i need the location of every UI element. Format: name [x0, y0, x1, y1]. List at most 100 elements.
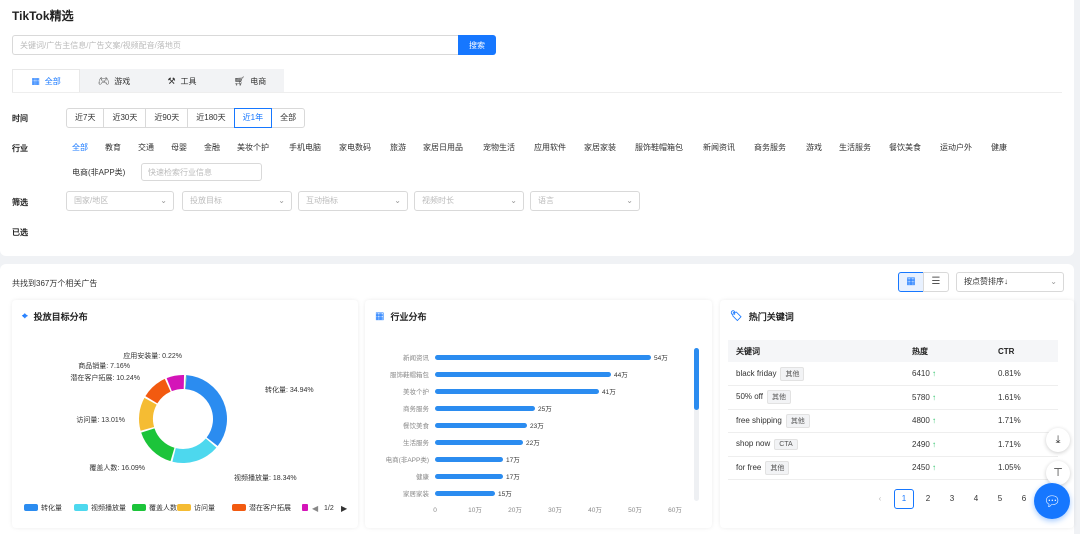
time-option[interactable]: 近1年 — [233, 108, 273, 128]
time-option[interactable]: 近30天 — [103, 108, 147, 128]
arrow-up-icon: ↑ — [932, 392, 937, 402]
page-button[interactable]: 1 — [894, 489, 914, 509]
industry-item[interactable]: 母婴 — [171, 142, 187, 153]
time-option[interactable]: 近180天 — [187, 108, 235, 128]
industry-item[interactable]: 商务服务 — [754, 142, 786, 153]
industry-item[interactable]: 全部 — [72, 142, 88, 153]
chat-button[interactable]: 💬︎ — [1034, 483, 1070, 519]
legend-item[interactable]: 视频播放量 — [91, 503, 126, 512]
bar[interactable] — [435, 389, 599, 394]
industry-item[interactable]: 餐饮美食 — [889, 142, 921, 153]
industry-item[interactable]: 健康 — [991, 142, 1007, 153]
legend-prev-icon[interactable]: ◀ — [312, 504, 319, 513]
heat-value: 5780 — [912, 392, 930, 402]
legend-swatch[interactable] — [232, 504, 246, 511]
search-input[interactable] — [12, 35, 458, 55]
time-option[interactable]: 近90天 — [145, 108, 189, 128]
bar[interactable] — [435, 474, 503, 479]
legend-next-icon[interactable]: ▶ — [341, 504, 348, 513]
ctr-value: 0.81% — [990, 362, 1058, 386]
table-row[interactable]: for free 其他 2450 ↑ 1.05% — [728, 456, 1058, 480]
legend-swatch[interactable] — [177, 504, 191, 511]
sort-select[interactable]: 按点赞排序↓ ⌄ — [956, 272, 1064, 292]
language-select[interactable]: 语言 ⌄ — [530, 191, 640, 211]
duration-select[interactable]: 视频时长 ⌄ — [414, 191, 524, 211]
interaction-select[interactable]: 互动指标 ⌄ — [298, 191, 408, 211]
legend-swatch[interactable] — [24, 504, 38, 511]
bar[interactable] — [435, 423, 527, 428]
bar[interactable] — [435, 372, 611, 377]
tag-icon: 🏷︎ — [730, 311, 743, 322]
bar-value-label: 23万 — [530, 422, 544, 430]
donut-slice[interactable] — [139, 397, 157, 431]
industry-item[interactable]: 家居日用品 — [423, 142, 463, 153]
page-button[interactable]: 3 — [942, 489, 962, 509]
industry-item[interactable]: 交通 — [138, 142, 154, 153]
legend-item[interactable]: 访问量 — [194, 503, 215, 512]
industry-item[interactable]: 旅游 — [390, 142, 406, 153]
tab-all[interactable]: ▦ 全部 — [12, 69, 80, 93]
grid-view-button[interactable]: ▦ — [898, 272, 924, 292]
industry-item[interactable]: 家电数码 — [339, 142, 371, 153]
legend-item[interactable]: 转化量 — [41, 503, 62, 512]
bar[interactable] — [435, 491, 495, 496]
industry-item[interactable]: 手机电脑 — [289, 142, 321, 153]
industry-item[interactable]: 教育 — [105, 142, 121, 153]
donut-slice[interactable] — [141, 428, 175, 462]
time-option[interactable]: 全部 — [271, 108, 306, 128]
slice-label: 覆盖人数: 16.09% — [89, 463, 145, 472]
chevron-down-icon: ⌄ — [1050, 277, 1057, 286]
x-tick-label: 60万 — [668, 506, 682, 514]
industry-item[interactable]: 服饰鞋帽箱包 — [635, 142, 683, 153]
heat-value: 2490 — [912, 439, 930, 449]
page-button[interactable]: 4 — [966, 489, 986, 509]
search-button[interactable]: 搜索 — [458, 35, 496, 55]
donut-slice[interactable] — [185, 375, 227, 447]
tab-ecommerce[interactable]: 🛒︎ 电商 — [216, 69, 284, 93]
objective-select[interactable]: 投放目标 ⌄ — [182, 191, 292, 211]
country-select[interactable]: 国家/地区 ⌄ — [66, 191, 174, 211]
column-header: CTR — [990, 340, 1058, 362]
industry-item[interactable]: 家居家装 — [584, 142, 616, 153]
industry-search-input[interactable] — [141, 163, 262, 181]
bar[interactable] — [435, 440, 523, 445]
tab-tools[interactable]: ⚒ 工具 — [148, 69, 216, 93]
industry-item[interactable]: 运动户外 — [940, 142, 972, 153]
industry-item[interactable]: 美妆个护 — [237, 142, 269, 153]
legend-item[interactable]: 潜在客户拓展 — [249, 503, 291, 512]
legend-item[interactable]: 覆盖人数 — [149, 503, 177, 512]
page-button[interactable]: 2 — [918, 489, 938, 509]
page-button[interactable]: 6 — [1014, 489, 1034, 509]
industry-item[interactable]: 游戏 — [806, 142, 822, 153]
category-tabs: ▦ 全部 🎮︎ 游戏 ⚒ 工具 🛒︎ 电商 — [12, 69, 284, 93]
download-button[interactable]: ⤓ — [1046, 428, 1070, 452]
donut-slice[interactable] — [145, 378, 171, 404]
tab-games[interactable]: 🎮︎ 游戏 — [80, 69, 148, 93]
legend-swatch[interactable] — [132, 504, 146, 511]
table-row[interactable]: shop now CTA 2490 ↑ 1.71% — [728, 432, 1058, 457]
industry-item[interactable]: 生活服务 — [839, 142, 871, 153]
industry-item[interactable]: 应用软件 — [534, 142, 566, 153]
list-view-button[interactable]: ☰ — [923, 272, 949, 292]
industry-item[interactable]: 新闻资讯 — [703, 142, 735, 153]
table-row[interactable]: black friday 其他 6410 ↑ 0.81% — [728, 362, 1058, 386]
prev-page-button[interactable]: ‹ — [870, 489, 890, 509]
page-button[interactable]: 5 — [990, 489, 1010, 509]
industry-item-ecommerce-non-app[interactable]: 电商(非APP类) — [72, 167, 125, 178]
bar-value-label: 15万 — [498, 490, 512, 498]
scrollbar-thumb[interactable] — [694, 348, 699, 410]
result-count: 共找到367万个相关广告 — [12, 279, 98, 288]
time-option[interactable]: 近7天 — [66, 108, 105, 128]
bar[interactable] — [435, 406, 535, 411]
industry-item[interactable]: 宠物生活 — [483, 142, 515, 153]
donut-slice[interactable] — [172, 438, 217, 463]
legend-page: 1/2 — [324, 505, 334, 512]
legend-swatch[interactable] — [74, 504, 88, 511]
back-to-top-button[interactable]: ⊤ — [1046, 461, 1070, 485]
table-row[interactable]: 50% off 其他 5780 ↑ 1.61% — [728, 385, 1058, 410]
table-row[interactable]: free shipping 其他 4800 ↑ 1.71% — [728, 409, 1058, 433]
keyword-tag: 其他 — [780, 366, 805, 381]
bar[interactable] — [435, 457, 503, 462]
bar[interactable] — [435, 355, 651, 360]
industry-item[interactable]: 金融 — [204, 142, 220, 153]
